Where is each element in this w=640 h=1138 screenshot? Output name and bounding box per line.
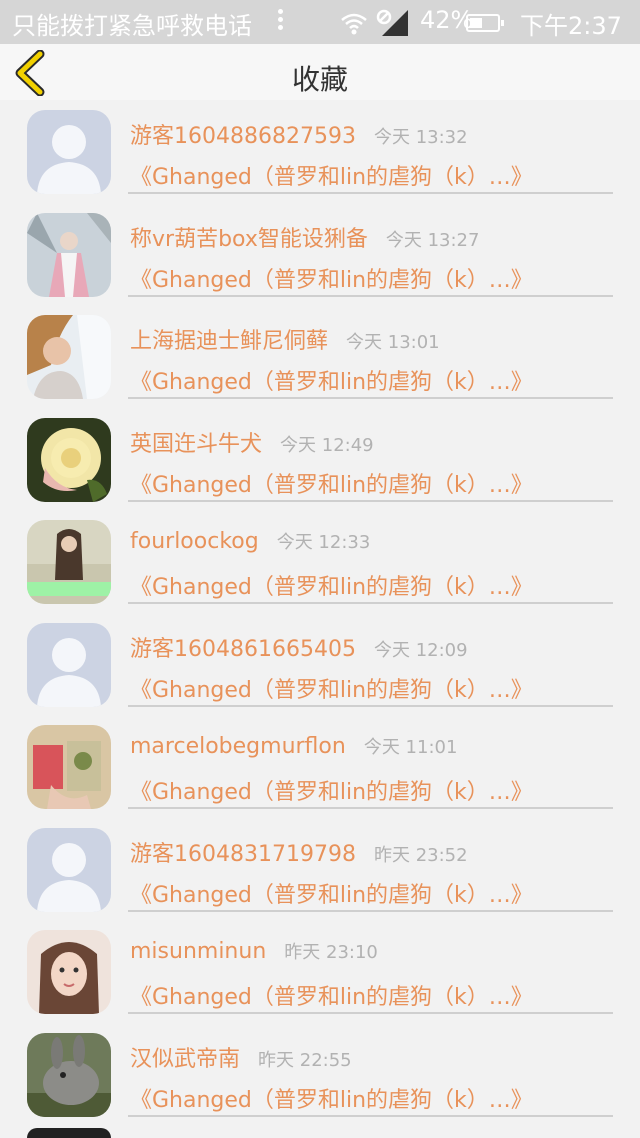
avatar[interactable] [27, 622, 111, 707]
favorites-list: 游客1604886827593 今天 13:32 《Ghanged（普罗和lin的… [0, 100, 640, 1125]
avatar[interactable] [27, 725, 111, 809]
no-sim-icon [376, 9, 392, 25]
user-name: 游客1604831719798 昨天 23:52 [130, 841, 468, 867]
avatar[interactable] [27, 315, 111, 399]
book-title-link[interactable]: 《Ghanged（普罗和lin的虐狗（k）…》 [130, 364, 533, 396]
post-time: 今天 12:33 [276, 532, 371, 553]
nav-bar: 收藏 [0, 44, 640, 100]
divider [128, 1114, 613, 1117]
post-time: 今天 12:09 [373, 639, 468, 661]
divider [128, 807, 613, 809]
divider [128, 192, 613, 194]
clock: 下午2:37 [520, 12, 622, 40]
avatar[interactable] [27, 110, 111, 194]
book-title-link[interactable]: 《Ghanged（普罗和lin的虐狗（k）…》 [130, 1082, 533, 1114]
post-time: 今天 13:01 [346, 332, 440, 353]
user-name: 汉似武帝南 昨天 22:55 [130, 1046, 352, 1072]
signal-icons [341, 9, 408, 36]
list-item[interactable]: misunminun 昨天 23:10 《Ghanged（普罗和lin的虐狗（k）… [0, 920, 640, 1023]
user-name: 称vr葫苦box智能设猁备 今天 13:27 [130, 226, 480, 252]
list-item[interactable]: 英国迕斗牛犬 今天 12:49 《Ghanged（普罗和lin的虐狗（k）…》 [0, 408, 640, 511]
post-time: 今天 13:32 [373, 127, 468, 148]
divider [128, 1012, 613, 1014]
list-item[interactable]: 游客1604861665405 今天 12:09 《Ghanged（普罗和lin的… [0, 613, 640, 716]
post-time: 今天 13:27 [385, 229, 480, 251]
divider [128, 294, 613, 297]
user-name: misunminun 昨天 23:10 [130, 939, 378, 964]
book-title-link[interactable]: 《Ghanged（普罗和lin的虐狗（k）…》 [130, 979, 533, 1011]
book-title-link[interactable]: 《Ghanged（普罗和lin的虐狗（k）…》 [130, 774, 533, 806]
list-item[interactable]: 汉似武帝南 昨天 22:55 《Ghanged（普罗和lin的虐狗（k）…》 [0, 1023, 640, 1126]
post-time: 昨天 23:10 [284, 942, 378, 963]
carrier-text: 只能拨打紧急呼救电话 [12, 12, 252, 40]
divider [128, 397, 613, 399]
user-name: 游客1604861665405 今天 12:09 [130, 636, 468, 662]
avatar[interactable] [27, 212, 111, 297]
list-item[interactable]: fourloockog 今天 12:33 《Ghanged（普罗和lin的虐狗（k… [0, 510, 640, 613]
post-time: 今天 11:01 [363, 737, 458, 758]
book-title-link[interactable]: 《Ghanged（普罗和lin的虐狗（k）…》 [130, 467, 533, 499]
book-title-link[interactable]: 《Ghanged（普罗和lin的虐狗（k）…》 [130, 159, 533, 191]
user-name: 英国迕斗牛犬 今天 12:49 [130, 431, 374, 457]
list-item[interactable]: 游客1604831719798 昨天 23:52 《Ghanged（普罗和lin的… [0, 818, 640, 921]
divider [128, 704, 613, 707]
list-item[interactable]: 称vr葫苦box智能设猁备 今天 13:27 《Ghanged（普罗和lin的虐狗… [0, 203, 640, 306]
avatar[interactable] [27, 1128, 111, 1138]
user-name: marcelobegmurflon 今天 11:01 [130, 734, 458, 759]
battery-icon [466, 14, 504, 32]
book-title-link[interactable]: 《Ghanged（普罗和lin的虐狗（k）…》 [130, 262, 533, 294]
list-item[interactable]: 上海据迪士鲱尼侗藓 今天 13:01 《Ghanged（普罗和lin的虐狗（k）…… [0, 305, 640, 408]
divider [128, 602, 613, 604]
user-name: 上海据迪士鲱尼侗藓 今天 13:01 [130, 329, 440, 354]
divider [128, 499, 613, 502]
wifi-icon [341, 13, 367, 29]
status-bar: 只能拨打紧急呼救电话 42% 下午2:37 [0, 0, 640, 44]
avatar[interactable] [27, 417, 111, 502]
book-title-link[interactable]: 《Ghanged（普罗和lin的虐狗（k）…》 [130, 672, 533, 704]
book-title-link[interactable]: 《Ghanged（普罗和lin的虐狗（k）…》 [130, 569, 533, 601]
list-item[interactable]: 游客1604886827593 今天 13:32 《Ghanged（普罗和lin的… [0, 100, 640, 203]
avatar[interactable] [27, 520, 111, 604]
divider [128, 909, 613, 912]
avatar[interactable] [27, 930, 111, 1014]
book-title-link[interactable]: 《Ghanged（普罗和lin的虐狗（k）…》 [130, 877, 533, 909]
page-title: 收藏 [291, 63, 348, 96]
post-time: 昨天 23:52 [373, 844, 468, 866]
user-name: fourloockog 今天 12:33 [130, 529, 371, 554]
post-time: 昨天 22:55 [258, 1049, 352, 1071]
avatar[interactable] [27, 1032, 111, 1117]
user-name: 游客1604886827593 今天 13:32 [130, 124, 468, 149]
list-item[interactable]: marcelobegmurflon 今天 11:01 《Ghanged（普罗和li… [0, 715, 640, 818]
more-dots-icon [276, 6, 286, 38]
avatar[interactable] [27, 827, 111, 912]
post-time: 今天 12:49 [280, 434, 374, 456]
